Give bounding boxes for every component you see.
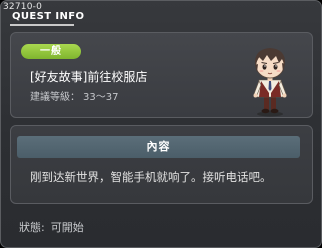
recommended-level-range: 33～37 [83, 92, 119, 103]
content-header: 內容 [17, 136, 300, 158]
window-title: QUEST INFO [12, 11, 85, 22]
quest-status: 狀態: 可開始 [19, 221, 90, 235]
status-label: 狀態: [19, 221, 45, 234]
quest-summary-panel: 一般 [好友故事]前往校服店 建議等級： 33～37 [10, 32, 313, 118]
quest-content-panel: 內容 刚到达新世界，智能手机就响了。接听电话吧。 [10, 125, 313, 204]
quest-info-window: 32710-0 QUEST INFO 一般 [好友故事]前往校服店 建議等級： 3… [0, 0, 322, 248]
content-text: 刚到达新世界，智能手机就响了。接听电话吧。 [30, 170, 272, 184]
recommended-level-label: 建議等級： [30, 92, 80, 103]
title-underline [10, 24, 74, 26]
status-value: 可開始 [50, 221, 84, 234]
quest-name: [好友故事]前往校服店 [30, 70, 148, 84]
recommended-level: 建議等級： 33～37 [30, 91, 121, 105]
npc-portrait-icon [253, 48, 287, 117]
quest-category-badge: 一般 [21, 44, 81, 59]
